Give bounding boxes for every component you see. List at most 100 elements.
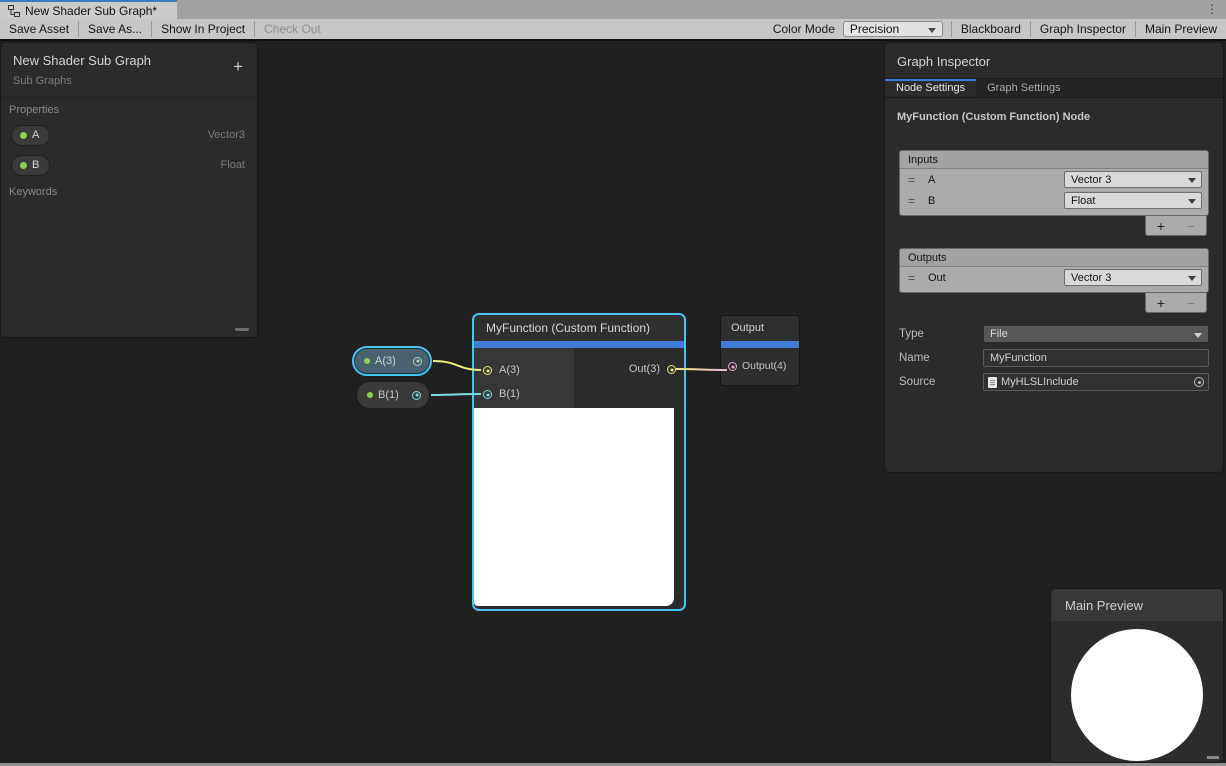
output-node[interactable]: Output Output(4) (720, 315, 800, 386)
property-pill-label: A (32, 129, 39, 141)
drag-handle-icon[interactable]: = (908, 194, 920, 208)
resize-handle[interactable] (1207, 756, 1219, 759)
outputs-list: Outputs = Out Vector 3 (899, 248, 1209, 293)
node-settings-heading: MyFunction (Custom Function) Node (897, 111, 1211, 123)
main-preview-body[interactable] (1051, 621, 1223, 762)
input-port-a-icon[interactable] (483, 366, 492, 375)
output-port-out-label: Out(3) (629, 363, 660, 375)
color-mode-dropdown[interactable]: Precision (843, 21, 943, 37)
add-property-button[interactable]: + (233, 58, 243, 75)
inputs-list-header: Inputs (900, 151, 1208, 169)
name-input[interactable]: MyFunction (983, 349, 1209, 367)
input-type-value: Vector 3 (1071, 174, 1111, 186)
drag-handle-icon[interactable]: = (908, 173, 920, 187)
drag-handle-icon[interactable]: = (908, 271, 920, 285)
object-picker-icon[interactable] (1194, 377, 1204, 387)
tab-node-settings[interactable]: Node Settings (885, 79, 976, 97)
output-port-icon[interactable] (412, 391, 421, 400)
node-preview (474, 408, 674, 606)
type-field-label: Type (899, 328, 983, 340)
properties-section-label: Properties (1, 98, 257, 120)
shader-graph-icon (8, 5, 20, 17)
exposed-dot-icon (364, 358, 370, 364)
type-dropdown[interactable]: File (983, 325, 1209, 343)
file-icon (988, 377, 997, 388)
input-row-b: = B Float (900, 190, 1208, 211)
input-port-output-label: Output(4) (742, 360, 786, 372)
blackboard-toggle-button[interactable]: Blackboard (952, 19, 1030, 39)
document-tab-label: New Shader Sub Graph* (25, 4, 157, 18)
main-preview-toggle-button[interactable]: Main Preview (1136, 19, 1226, 39)
color-mode-value: Precision (850, 22, 899, 36)
input-port-output-icon[interactable] (728, 362, 737, 371)
node-precision-stripe (474, 341, 684, 348)
input-port-b-icon[interactable] (483, 390, 492, 399)
add-input-button[interactable]: + (1157, 218, 1165, 234)
node-title: MyFunction (Custom Function) (474, 315, 684, 341)
graph-inspector-panel: Graph Inspector Node Settings Graph Sett… (884, 42, 1224, 473)
resize-handle[interactable] (235, 328, 249, 331)
graph-inspector-title: Graph Inspector (885, 43, 1223, 78)
tab-graph-settings[interactable]: Graph Settings (976, 79, 1071, 97)
source-value: MyHLSLInclude (1001, 376, 1079, 388)
property-node-a[interactable]: A(3) (352, 346, 432, 376)
document-tab-strip: New Shader Sub Graph* ⋮ (0, 0, 1226, 19)
preview-sphere (1071, 629, 1203, 761)
property-type-label: Vector3 (208, 129, 245, 141)
check-out-button[interactable]: Check Out (255, 19, 330, 39)
keywords-section-label: Keywords (1, 180, 257, 202)
name-value: MyFunction (990, 352, 1047, 364)
output-type-value: Vector 3 (1071, 272, 1111, 284)
color-mode-label: Color Mode (765, 22, 843, 36)
document-tab[interactable]: New Shader Sub Graph* (0, 0, 177, 19)
inspector-tabs: Node Settings Graph Settings (885, 78, 1223, 98)
window-menu-icon[interactable]: ⋮ (1206, 2, 1218, 16)
property-type-label: Float (221, 159, 245, 171)
exposed-dot-icon (20, 132, 27, 139)
blackboard-panel: New Shader Sub Graph + Sub Graphs Proper… (0, 42, 258, 338)
output-type-dropdown[interactable]: Vector 3 (1064, 269, 1202, 286)
property-pill-label: B (32, 159, 39, 171)
property-node-label: B(1) (378, 389, 407, 401)
save-asset-button[interactable]: Save Asset (0, 19, 78, 39)
custom-function-node[interactable]: MyFunction (Custom Function) A(3) B(1) O… (472, 313, 686, 611)
property-node-label: A(3) (375, 355, 408, 367)
input-port-a-label: A(3) (499, 364, 520, 376)
output-port-out-icon[interactable] (667, 365, 676, 374)
output-name[interactable]: Out (928, 272, 1056, 284)
input-name[interactable]: A (928, 174, 1056, 186)
main-preview-title: Main Preview (1051, 589, 1223, 621)
output-row-out: = Out Vector 3 (900, 267, 1208, 288)
property-pill-a[interactable]: A (11, 125, 50, 146)
source-field-label: Source (899, 376, 983, 388)
exposed-dot-icon (367, 392, 373, 398)
outputs-list-footer: + − (1145, 293, 1207, 313)
inputs-list: Inputs = A Vector 3 = B Float (899, 150, 1209, 216)
show-in-project-button[interactable]: Show In Project (152, 19, 254, 39)
input-row-a: = A Vector 3 (900, 169, 1208, 190)
node-input-column (474, 348, 574, 408)
outputs-list-header: Outputs (900, 249, 1208, 267)
input-type-value: Float (1071, 195, 1095, 207)
output-port-icon[interactable] (413, 357, 422, 366)
input-name[interactable]: B (928, 195, 1056, 207)
input-port-b-label: B(1) (499, 388, 520, 400)
input-type-dropdown[interactable]: Vector 3 (1064, 171, 1202, 188)
type-value: File (990, 328, 1008, 340)
node-title: Output (721, 316, 799, 341)
remove-output-button[interactable]: − (1187, 295, 1195, 311)
inputs-list-footer: + − (1145, 216, 1207, 236)
node-precision-stripe (721, 341, 799, 348)
property-node-b[interactable]: B(1) (356, 381, 430, 409)
save-as-button[interactable]: Save As... (79, 19, 151, 39)
source-object-field[interactable]: MyHLSLInclude (983, 373, 1209, 391)
property-row: A Vector3 (1, 120, 257, 150)
input-type-dropdown[interactable]: Float (1064, 192, 1202, 209)
graph-inspector-toggle-button[interactable]: Graph Inspector (1031, 19, 1135, 39)
remove-input-button[interactable]: − (1187, 218, 1195, 234)
blackboard-subtitle: Sub Graphs (1, 68, 257, 98)
main-preview-panel: Main Preview (1050, 588, 1224, 763)
property-pill-b[interactable]: B (11, 155, 50, 176)
toolbar: Save Asset Save As... Show In Project Ch… (0, 19, 1226, 41)
add-output-button[interactable]: + (1157, 295, 1165, 311)
